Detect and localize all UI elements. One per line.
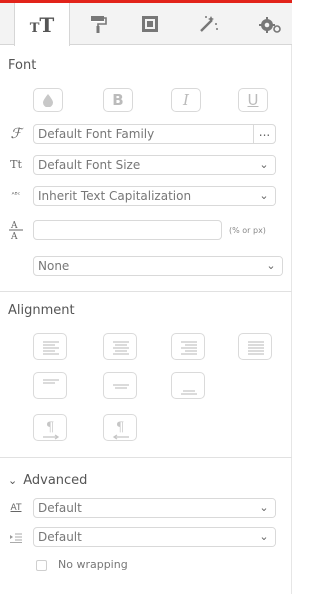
section-divider	[0, 291, 292, 292]
tab-settings[interactable]	[248, 3, 292, 45]
bold-button[interactable]: B	[103, 88, 133, 112]
font-size-value: Default Font Size	[38, 158, 141, 172]
underline-button[interactable]: U	[238, 88, 268, 112]
capitalization-icon: ᴬᴮᶜ	[11, 190, 21, 199]
letter-spacing-select[interactable]: Default ⌄	[33, 498, 276, 518]
vertical-align-middle-button[interactable]	[103, 372, 137, 399]
tab-typography[interactable]: TT	[14, 3, 70, 46]
no-wrapping-checkbox[interactable]	[36, 560, 47, 571]
font-family-icon: ℱ	[10, 126, 22, 142]
align-left-icon	[43, 341, 59, 355]
font-size-icon: Tt	[10, 157, 22, 171]
letter-spacing-value: Default	[38, 501, 82, 515]
gears-icon	[259, 17, 281, 33]
letter-spacing-icon: AT	[10, 503, 22, 513]
chevron-down-icon: ⌄	[8, 474, 18, 487]
extra-select[interactable]: None ⌄	[33, 256, 283, 276]
magic-wand-icon	[200, 16, 218, 32]
align-right-button[interactable]	[171, 333, 205, 360]
vertical-align-top-button[interactable]	[33, 372, 67, 399]
align-middle-icon	[113, 384, 129, 389]
extra-select-value: None	[38, 259, 70, 273]
font-family-field[interactable]: Default Font Family ...	[33, 124, 276, 144]
font-color-button[interactable]	[33, 88, 63, 112]
svg-text:A: A	[10, 232, 18, 241]
align-bottom-icon	[181, 390, 197, 395]
typography-icon: TT	[29, 12, 55, 37]
font-section-title: Font	[8, 58, 37, 73]
align-center-icon	[113, 341, 129, 355]
align-top-icon	[43, 379, 59, 384]
text-indent-select[interactable]: Default ⌄	[33, 527, 276, 547]
paragraph-rtl-icon: ¶	[112, 420, 129, 440]
line-height-unit: (% or px)	[229, 226, 266, 235]
box-model-icon	[142, 16, 158, 32]
alignment-section-title: Alignment	[8, 303, 75, 318]
chevron-down-icon: ⌄	[260, 257, 282, 275]
align-left-button[interactable]	[33, 333, 67, 360]
drop-icon	[43, 94, 53, 107]
text-style-panel: TT Font B I U ℱ Default Font Family ... …	[0, 0, 292, 594]
align-justify-icon	[248, 341, 264, 355]
font-family-browse-button[interactable]: ...	[253, 125, 275, 143]
tab-bar: TT	[0, 3, 292, 46]
line-height-input[interactable]	[33, 220, 222, 240]
capitalization-select[interactable]: Inherit Text Capitalization ⌄	[33, 186, 276, 206]
svg-text:¶: ¶	[46, 420, 54, 435]
tab-paint-roller[interactable]	[76, 3, 120, 45]
tab-effects[interactable]	[184, 3, 234, 45]
section-divider	[0, 457, 292, 458]
paragraph-ltr-icon: ¶	[43, 420, 60, 440]
chevron-down-icon: ⌄	[253, 187, 275, 205]
capitalization-value: Inherit Text Capitalization	[38, 189, 192, 203]
vertical-align-bottom-button[interactable]	[171, 372, 205, 399]
italic-button[interactable]: I	[171, 88, 201, 112]
svg-text:¶: ¶	[116, 420, 124, 435]
font-family-value: Default Font Family	[38, 127, 155, 141]
paint-roller-icon	[91, 16, 107, 33]
chevron-down-icon: ⌄	[253, 528, 275, 546]
rtl-direction-button[interactable]: ¶	[103, 414, 137, 441]
advanced-toggle[interactable]: ⌄ Advanced	[8, 473, 87, 488]
chevron-down-icon: ⌄	[253, 499, 275, 517]
font-size-select[interactable]: Default Font Size ⌄	[33, 155, 276, 175]
align-center-button[interactable]	[103, 333, 137, 360]
ltr-direction-button[interactable]: ¶	[33, 414, 67, 441]
tab-box-model[interactable]	[128, 3, 172, 45]
line-height-icon: A A	[8, 219, 24, 241]
text-indent-icon	[8, 530, 24, 546]
no-wrapping-label: No wrapping	[58, 558, 128, 571]
advanced-section-title: Advanced	[23, 473, 88, 488]
align-justify-button[interactable]	[238, 333, 272, 360]
align-right-icon	[181, 341, 197, 355]
text-indent-value: Default	[38, 530, 82, 544]
chevron-down-icon: ⌄	[253, 156, 275, 174]
